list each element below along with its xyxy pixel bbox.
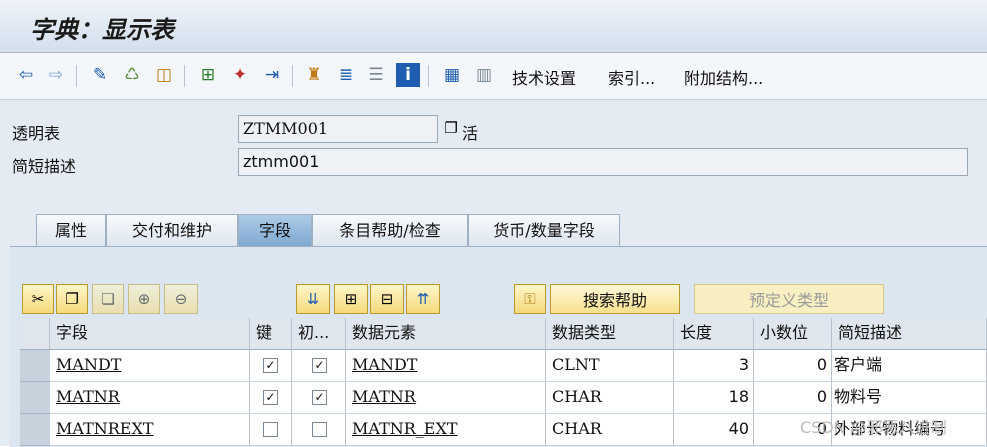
col-header-length[interactable]: 长度 (674, 318, 754, 350)
tab-attributes[interactable]: 属性 (36, 214, 106, 246)
page-up-icon[interactable]: ⊟ (370, 284, 404, 314)
tree-icon[interactable]: ♜ (302, 63, 326, 87)
row-selector[interactable] (20, 414, 50, 446)
key-cell: ✓ (250, 350, 292, 382)
activate-icon[interactable]: ◫ (152, 63, 176, 87)
decimals-cell[interactable]: 0 (754, 350, 832, 382)
data-element-cell[interactable]: MANDT (346, 350, 546, 382)
field-name-cell[interactable]: MATNR (50, 382, 250, 414)
field-name-cell[interactable]: MANDT (50, 350, 250, 382)
initial-checkbox[interactable] (312, 422, 327, 437)
col-header-short-desc[interactable]: 简短描述 (832, 318, 987, 350)
col-header-key[interactable]: 键 (250, 318, 292, 350)
table-name-field[interactable]: ZTMM001 (238, 115, 438, 143)
title-bar: 字典：显示表 (0, 0, 987, 53)
length-cell[interactable]: 18 (674, 382, 754, 414)
append-structure-button[interactable]: 附加结构... (684, 65, 763, 89)
col-header-data-type[interactable]: 数据类型 (546, 318, 674, 350)
application-toolbar: ⇦ ⇨ ✎ ♺ ◫ ⊞ ✦ ⇥ ♜ ≣ ☰ i ▦ ▥ 技术设置 索引... 附… (0, 53, 987, 100)
columns-icon[interactable]: ▦ (440, 63, 464, 87)
length-cell[interactable]: 40 (674, 414, 754, 446)
decimals-cell[interactable]: 0 (754, 382, 832, 414)
tab-currency-quantity[interactable]: 货币/数量字段 (468, 214, 620, 246)
key-cell: ✓ (250, 382, 292, 414)
col-header-initial[interactable]: 初... (292, 318, 346, 350)
initial-checkbox[interactable]: ✓ (312, 358, 327, 373)
short-desc-cell: 物料号 (832, 382, 987, 414)
tab-strip: 属性 交付和维护 字段 条目帮助/检查 货币/数量字段 (0, 214, 987, 248)
copy-row-icon[interactable]: ❐ (56, 284, 88, 314)
index-button[interactable]: 索引... (608, 65, 655, 89)
technical-settings-button[interactable]: 技术设置 (512, 65, 576, 89)
status-text: 活 (462, 124, 479, 143)
predefined-type-button[interactable]: 预定义类型 (694, 284, 884, 314)
row-selector[interactable] (20, 382, 50, 414)
transparent-table-label: 透明表 (12, 124, 61, 143)
copy-icon[interactable]: ❐ (440, 116, 462, 140)
key-checkbox[interactable] (263, 422, 278, 437)
info-icon[interactable]: i (396, 63, 420, 87)
toolbar-separator (76, 65, 77, 87)
short-desc-cell: 客户端 (832, 350, 987, 382)
forward-arrow-icon[interactable]: ⇨ (44, 63, 68, 87)
data-element-cell[interactable]: MATNR (346, 382, 546, 414)
initial-cell: ✓ (292, 382, 346, 414)
short-desc-label: 简短描述 (12, 157, 77, 176)
grid-corner[interactable] (20, 318, 50, 350)
initial-cell: ✓ (292, 350, 346, 382)
data-type-cell[interactable]: CHAR (546, 382, 674, 414)
page-down-icon[interactable]: ⊞ (334, 284, 368, 314)
initial-checkbox[interactable]: ✓ (312, 390, 327, 405)
key-checkbox[interactable]: ✓ (263, 390, 278, 405)
bottom-icon[interactable]: ⇊ (296, 284, 330, 314)
layers-icon[interactable]: ≣ (334, 63, 358, 87)
col-header-decimals[interactable]: 小数位 (754, 318, 832, 350)
delete-row-icon[interactable]: ⊖ (164, 284, 198, 314)
hierarchy-icon[interactable]: ⊞ (196, 63, 220, 87)
col-header-data-element[interactable]: 数据元素 (346, 318, 546, 350)
field-name-cell[interactable]: MATNREXT (50, 414, 250, 446)
data-type-cell[interactable]: CHAR (546, 414, 674, 446)
toolbar-separator (428, 65, 429, 87)
tab-fields[interactable]: 字段 (238, 214, 312, 246)
paste-row-icon[interactable]: ❏ (92, 284, 124, 314)
data-type-cell[interactable]: CLNT (546, 350, 674, 382)
data-element-cell[interactable]: MATNR_EXT (346, 414, 546, 446)
top-icon[interactable]: ⇈ (406, 284, 440, 314)
insert-row-icon[interactable]: ⊕ (128, 284, 160, 314)
list-icon[interactable]: ☰ (364, 63, 388, 87)
search-help-button[interactable]: 搜索帮助 (550, 284, 680, 314)
col-header-field[interactable]: 字段 (50, 318, 250, 350)
key-checkbox[interactable]: ✓ (263, 358, 278, 373)
magic-wand-icon[interactable]: ✦ (228, 63, 252, 87)
toolbar-separator (292, 65, 293, 87)
objects-icon[interactable]: ♺ (120, 63, 144, 87)
cut-row-icon[interactable]: ✂ (22, 284, 54, 314)
short-desc-field[interactable]: ztmm001 (238, 148, 968, 176)
move-icon[interactable]: ⇥ (260, 63, 284, 87)
back-arrow-icon[interactable]: ⇦ (14, 63, 38, 87)
tab-entry-help-check[interactable]: 条目帮助/检查 (312, 214, 468, 246)
toolbar-separator (184, 65, 185, 87)
row-selector[interactable] (20, 350, 50, 382)
length-cell[interactable]: 3 (674, 350, 754, 382)
watermark: CSDN @邪恶八进制 (800, 418, 947, 437)
initial-cell (292, 414, 346, 446)
grid-icon[interactable]: ▥ (472, 63, 496, 87)
tab-delivery-maintenance[interactable]: 交付和维护 (106, 214, 238, 246)
glasses-pencil-icon[interactable]: ✎ (88, 63, 112, 87)
window-title: 字典：显示表 (30, 15, 174, 44)
key-icon[interactable]: ⚿ (514, 284, 546, 314)
key-cell (250, 414, 292, 446)
